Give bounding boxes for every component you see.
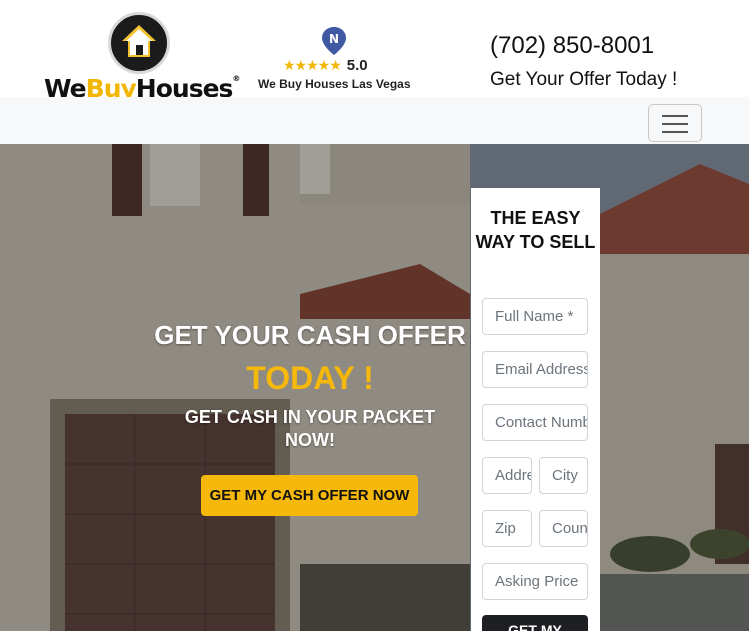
submit-offer-button[interactable]: GET MY: [482, 615, 588, 631]
hero-highlight: TODAY !: [246, 360, 374, 396]
review-widget[interactable]: N ★★★★★ 5.0 We Buy Houses Las Vegas: [255, 24, 425, 94]
review-badge-icon: N: [322, 27, 346, 55]
country-field[interactable]: Country: [539, 510, 588, 547]
address-field[interactable]: Address: [482, 457, 532, 494]
phone-number-link[interactable]: (702) 850-8001: [490, 32, 654, 60]
email-field[interactable]: Email Address: [482, 351, 588, 388]
form-title: THE EASY WAY TO SELL: [475, 208, 596, 252]
hamburger-menu-icon[interactable]: [648, 104, 702, 142]
header-tagline: Get Your Offer Today !: [490, 69, 678, 90]
hero-subheading: GET CASH IN YOUR PACKET NOW!: [184, 407, 436, 450]
site-header: WeBuyHouses® N ★★★★★ 5.0 We Buy Houses L…: [0, 0, 749, 103]
review-business-name: We Buy Houses Las Vegas: [258, 77, 411, 91]
rating-stars: ★★★★★: [283, 57, 342, 74]
site-logo[interactable]: WeBuyHouses®: [44, 12, 240, 108]
house-icon: [108, 12, 170, 74]
contact-number-field[interactable]: Contact Number: [482, 404, 588, 441]
hero-heading: GET YOUR CASH OFFER: [154, 320, 466, 350]
full-name-field[interactable]: Full Name *: [482, 298, 588, 335]
city-field[interactable]: City: [539, 457, 588, 494]
rating-value: 5.0: [346, 57, 368, 74]
zip-field[interactable]: Zip: [482, 510, 532, 547]
hero-section: GET YOUR CASH OFFER TODAY ! GET CASH IN …: [0, 144, 749, 631]
svg-text:N: N: [329, 32, 339, 46]
asking-price-field[interactable]: Asking Price: [482, 563, 588, 600]
navbar: [0, 97, 749, 144]
get-cash-offer-button[interactable]: GET MY CASH OFFER NOW: [201, 475, 418, 516]
lead-form: THE EASY WAY TO SELL Full Name * Email A…: [471, 188, 600, 631]
